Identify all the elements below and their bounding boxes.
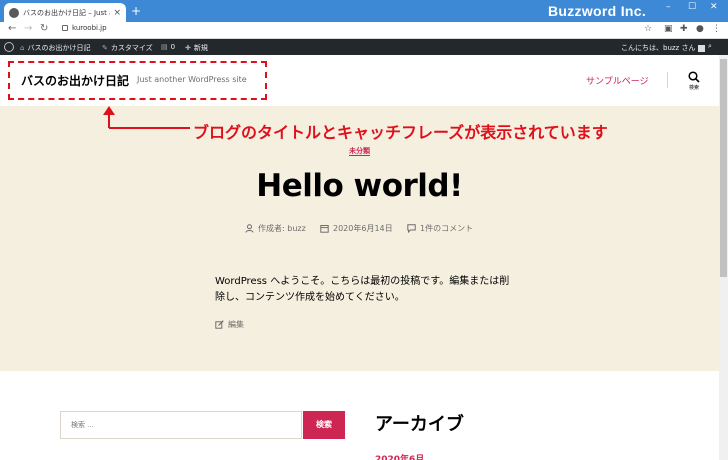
- post-date-link[interactable]: 2020年6月14日: [333, 223, 393, 234]
- browser-tab-bar: バスのお出かけ日記 – Just another × + Buzzword In…: [0, 0, 728, 22]
- post-edit-label: 編集: [228, 320, 244, 329]
- admin-account[interactable]: こんにちは、buzz さん: [621, 43, 706, 53]
- brush-icon: ✎: [102, 44, 108, 52]
- post-content: WordPress へようこそ。こちらは最初の投稿です。編集または削除し、コンテ…: [215, 276, 510, 303]
- post-date: 2020年6月14日: [320, 223, 393, 234]
- post-author: 作成者: buzz: [245, 223, 306, 234]
- comment-icon: ▤: [161, 43, 168, 51]
- header-divider: [667, 72, 668, 88]
- brand-watermark: Buzzword Inc.: [548, 3, 647, 19]
- browser-tab[interactable]: バスのお出かけ日記 – Just another ×: [4, 3, 126, 22]
- puzzle-icon[interactable]: ✚: [680, 24, 688, 34]
- plus-icon: ✚: [185, 44, 191, 52]
- archive-widget-title: アーカイブ: [375, 414, 464, 435]
- kebab-menu-icon[interactable]: ⋮: [712, 24, 721, 34]
- comment-icon: [407, 224, 416, 233]
- footer-widgets: 検索 アーカイブ 2020年6月: [0, 371, 719, 460]
- admin-search-icon[interactable]: ⌕: [708, 42, 712, 51]
- close-window-icon[interactable]: ✕: [710, 2, 718, 12]
- url-field[interactable]: kuroobi.jp: [62, 24, 107, 32]
- profile-icon[interactable]: ●: [696, 24, 704, 34]
- minimize-icon[interactable]: –: [666, 2, 671, 12]
- post-edit[interactable]: 編集: [215, 319, 244, 330]
- user-icon: [245, 224, 254, 233]
- post-category: 未分類: [0, 146, 719, 156]
- admin-greeting: こんにちは、buzz さん: [621, 44, 696, 52]
- bookmark-star-icon[interactable]: ☆: [644, 24, 652, 34]
- lock-icon: [62, 25, 68, 31]
- home-icon: ⌂: [20, 44, 25, 52]
- post-author-link[interactable]: 作成者: buzz: [258, 223, 306, 234]
- extension-icon[interactable]: ▣: [664, 24, 673, 34]
- maximize-icon[interactable]: ☐: [688, 2, 696, 12]
- search-toggle-button[interactable]: 検索: [682, 71, 706, 91]
- scrollbar-thumb[interactable]: [720, 59, 727, 277]
- tab-title: バスのお出かけ日記 – Just another: [23, 8, 110, 17]
- category-link[interactable]: 未分類: [349, 147, 370, 156]
- admin-customize-label: カスタマイズ: [110, 44, 153, 52]
- admin-site-name[interactable]: ⌂ バスのお出かけ日記: [20, 43, 90, 53]
- annotation-highlight-box: [8, 61, 267, 100]
- admin-site-name-label: バスのお出かけ日記: [27, 44, 91, 52]
- search-toggle-label: 検索: [688, 85, 699, 91]
- url-text: kuroobi.jp: [72, 24, 107, 32]
- annotation-text: ブログのタイトルとキャッチフレーズが表示されています: [193, 123, 608, 142]
- reload-icon[interactable]: ↻: [40, 23, 48, 34]
- wordpress-logo-icon[interactable]: [4, 42, 14, 52]
- calendar-icon: [320, 225, 329, 233]
- search-submit-button[interactable]: 検索: [303, 411, 345, 439]
- wp-admin-bar: ⌂ バスのお出かけ日記 ✎ カスタマイズ ▤ 0 ✚ 新規 こんにちは、buzz さん …: [0, 39, 728, 55]
- post-comments: 1件のコメント: [407, 223, 473, 234]
- nav-sample-page[interactable]: サンプルページ: [586, 74, 649, 87]
- post-title: Hello world!: [256, 168, 463, 204]
- tab-close-icon[interactable]: ×: [113, 8, 121, 18]
- archive-item-link[interactable]: 2020年6月: [375, 452, 424, 460]
- back-icon[interactable]: ←: [8, 23, 16, 34]
- search-input[interactable]: [60, 411, 302, 439]
- new-tab-button[interactable]: +: [131, 4, 141, 18]
- page-scrollbar[interactable]: [719, 55, 728, 460]
- annotation-arrow: [103, 106, 190, 129]
- search-icon: [688, 71, 700, 83]
- admin-comments[interactable]: ▤ 0: [161, 43, 175, 51]
- admin-customize[interactable]: ✎ カスタマイズ: [102, 43, 153, 53]
- forward-icon[interactable]: →: [24, 23, 32, 34]
- post-comments-link[interactable]: 1件のコメント: [420, 223, 473, 234]
- admin-new[interactable]: ✚ 新規: [185, 43, 208, 53]
- edit-icon: [215, 320, 224, 329]
- site-favicon-icon: [9, 7, 19, 18]
- address-bar: ← → ↻ kuroobi.jp ☆ ▣ ✚ ● ⋮: [0, 22, 728, 39]
- admin-comments-count: 0: [170, 43, 176, 51]
- avatar: [698, 44, 706, 52]
- admin-new-label: 新規: [193, 44, 208, 52]
- post-header: 未分類 Hello world! 作成者: buzz 2020年6月14日 1件…: [0, 106, 719, 371]
